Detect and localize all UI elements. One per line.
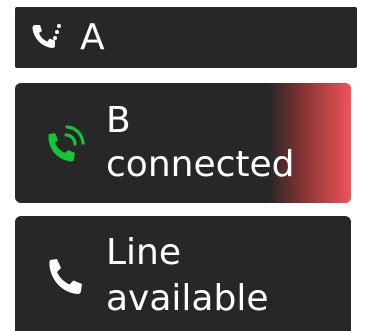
call-entry-b[interactable]: B connected (15, 83, 351, 203)
phone-ringing-icon (44, 122, 88, 166)
call-entry-line[interactable]: Line available (15, 216, 351, 331)
phone-dial-icon (29, 22, 63, 52)
entry-b-label: B (106, 100, 131, 141)
entry-line-text: Line available (106, 230, 269, 322)
entry-a-label: A (80, 17, 105, 58)
phone-icon (46, 255, 86, 297)
entry-b-status: connected (106, 144, 295, 185)
entry-b-text: B connected (106, 99, 295, 187)
call-entry-a[interactable]: A (15, 7, 357, 68)
entry-line-label: Line (106, 232, 182, 273)
entry-line-status: available (106, 278, 269, 319)
call-panel: A B connected Line available (0, 0, 365, 331)
